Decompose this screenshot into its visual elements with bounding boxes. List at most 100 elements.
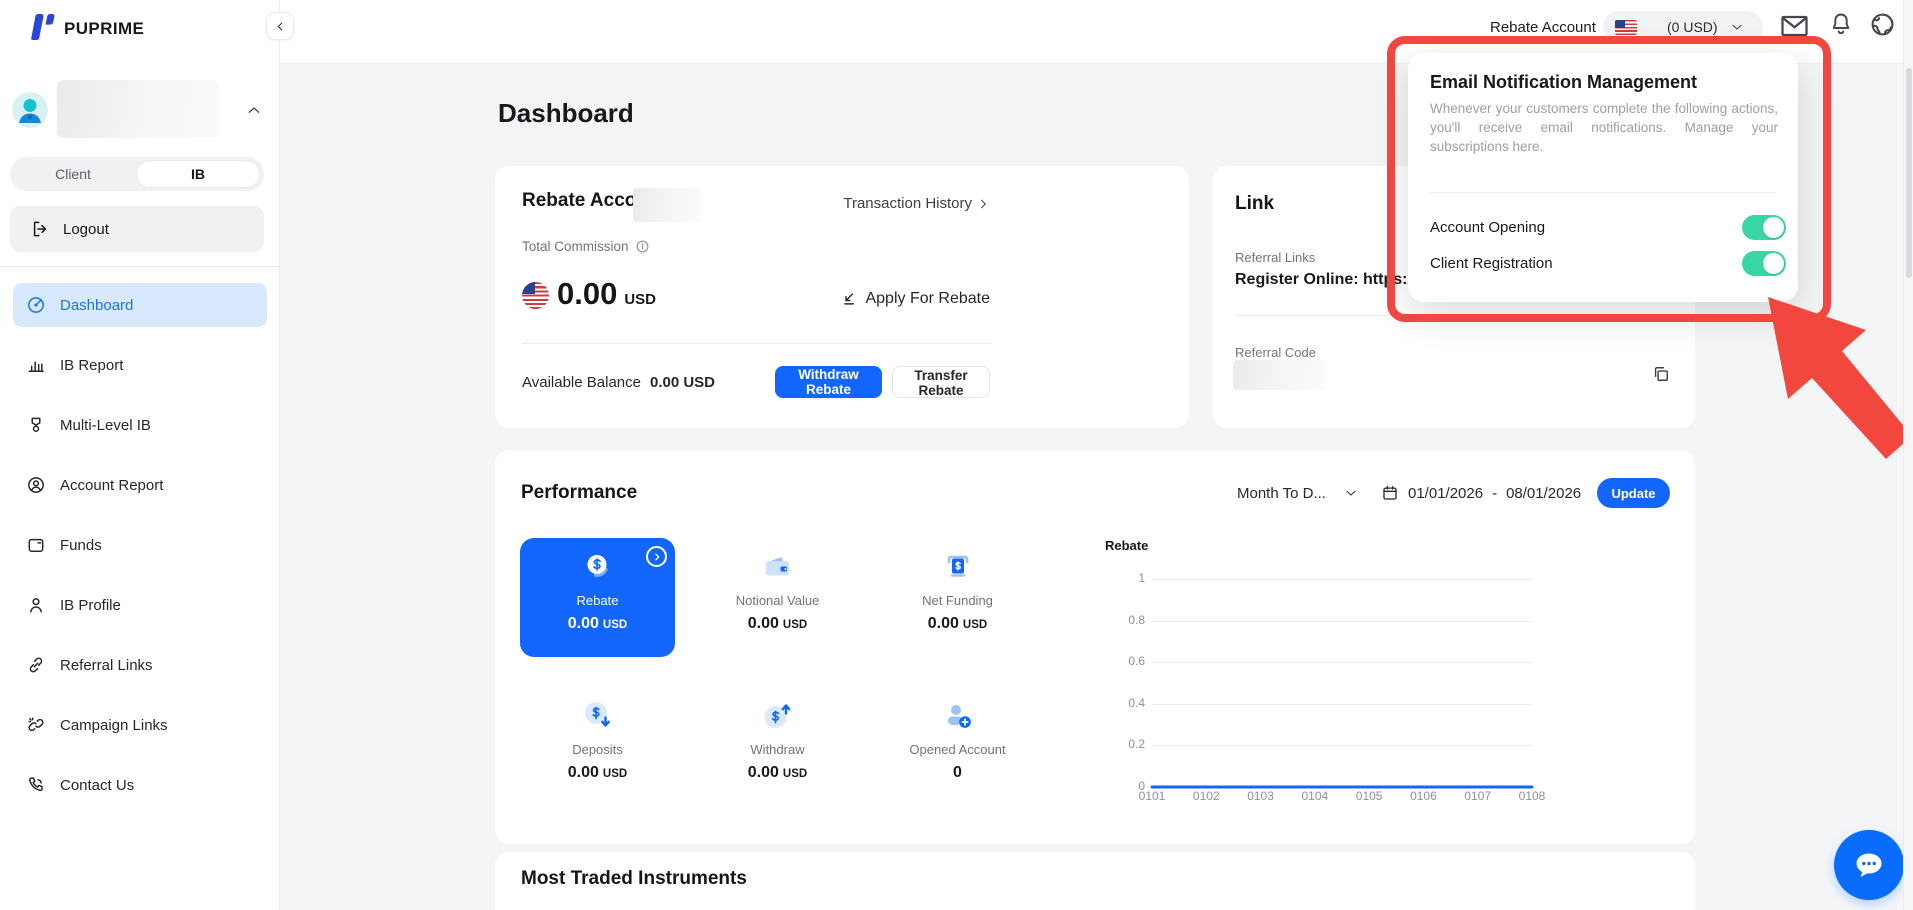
tile-value: 0.00USD — [928, 615, 987, 633]
sidebar-item-label: Funds — [60, 537, 102, 554]
user-add-icon — [941, 699, 975, 733]
role-option-ib[interactable]: IB — [136, 160, 260, 188]
sidebar-item-ib-report[interactable]: IB Report — [13, 343, 267, 387]
sidebar-item-account-report[interactable]: Account Report — [13, 463, 267, 507]
chevron-left-icon — [274, 20, 287, 33]
medal-icon — [26, 415, 46, 435]
calendar-icon — [1381, 484, 1399, 502]
tile-label: Rebate — [577, 593, 619, 608]
account-selector[interactable]: (0 USD) — [1603, 11, 1763, 43]
withdraw-rebate-button[interactable]: Withdraw Rebate — [775, 366, 882, 398]
date-range-dropdown[interactable]: Month To D... — [1237, 478, 1358, 508]
account-balance: (0 USD) — [1667, 19, 1718, 35]
client-registration-toggle[interactable] — [1742, 251, 1786, 276]
app-root: Dashboard Rebate Account Transaction His… — [0, 0, 1913, 910]
link-icon — [26, 655, 46, 675]
sidebar-item-dashboard[interactable]: Dashboard — [13, 283, 267, 327]
referral-links-label: Referral Links — [1235, 250, 1315, 265]
sidebar-item-label: Dashboard — [60, 297, 133, 314]
sidebar-item-contact-us[interactable]: Contact Us — [13, 763, 267, 807]
info-icon[interactable] — [635, 239, 650, 254]
sidebar-item-label: Account Report — [60, 477, 163, 494]
apply-rebate-label: Apply For Rebate — [865, 290, 990, 308]
performance-tiles: Rebate0.00USDNotional Value0.00USDNet Fu… — [520, 538, 1035, 806]
popup-divider — [1430, 192, 1776, 193]
sidebar-item-label: IB Report — [60, 357, 123, 374]
rebate-account-label: Rebate Account — [1490, 19, 1596, 36]
page-title: Dashboard — [498, 98, 634, 129]
commission-currency: USD — [624, 291, 656, 308]
available-balance-value: 0.00 USD — [650, 374, 715, 391]
perf-tile-withdraw[interactable]: Withdraw0.00USD — [700, 687, 855, 806]
date-from: 01/01/2026 — [1408, 485, 1483, 502]
redacted-account-number — [633, 188, 701, 222]
account-opening-row: Account Opening — [1430, 214, 1786, 240]
perf-tile-rebate[interactable]: Rebate0.00USD — [520, 538, 675, 657]
scrollbar[interactable] — [1903, 0, 1913, 910]
sidebar-item-ib-profile[interactable]: IB Profile — [13, 583, 267, 627]
performance-title: Performance — [521, 482, 637, 504]
transaction-history-link[interactable]: Transaction History — [843, 195, 990, 212]
sidebar-item-label: Contact Us — [60, 777, 134, 794]
sidebar-collapse-button[interactable] — [266, 12, 294, 40]
logout-label: Logout — [63, 221, 109, 238]
sidebar-item-funds[interactable]: Funds — [13, 523, 267, 567]
popup-title: Email Notification Management — [1430, 72, 1697, 93]
scrollbar-thumb[interactable] — [1906, 68, 1912, 278]
puprime-logo-icon — [28, 12, 55, 45]
perf-tile-deposits[interactable]: Deposits 0.00USD — [520, 687, 675, 806]
sidebar-item-multi-level-ib[interactable]: Multi-Level IB — [13, 403, 267, 447]
tile-label: Net Funding — [922, 593, 993, 608]
rebate-account-card: Rebate Account Transaction History Total… — [495, 166, 1189, 428]
available-balance-label: Available Balance — [522, 374, 641, 391]
dollar-up-icon — [761, 699, 795, 733]
date-range-picker[interactable]: 01/01/2026 - 08/01/2026 — [1381, 478, 1581, 508]
tile-label: Deposits — [572, 742, 623, 757]
avatar[interactable] — [12, 92, 48, 128]
live-chat-button[interactable] — [1834, 830, 1904, 900]
tile-value: 0.00USD — [568, 764, 627, 782]
perf-tile-net-funding[interactable]: Net Funding 0.00USD — [880, 538, 1035, 657]
role-option-client[interactable]: Client — [10, 157, 136, 191]
card-divider — [522, 343, 992, 344]
tile-value: 0 — [953, 764, 962, 782]
update-button[interactable]: Update — [1597, 478, 1670, 508]
account-opening-label: Account Opening — [1430, 219, 1545, 236]
tile-label: Notional Value — [736, 593, 820, 608]
transaction-history-label: Transaction History — [843, 195, 972, 212]
transfer-rebate-button[interactable]: Transfer Rebate — [892, 366, 990, 398]
sidebar-item-label: Referral Links — [60, 657, 153, 674]
sidebar-nav: Dashboard IB Report Multi-Level IB Account … — [13, 283, 267, 823]
account-opening-toggle[interactable] — [1742, 215, 1786, 240]
client-registration-label: Client Registration — [1430, 255, 1553, 272]
chevron-up-icon[interactable] — [246, 102, 262, 118]
date-separator: - — [1492, 485, 1497, 502]
bar-chart-icon — [26, 355, 46, 375]
brand-name: PUPRIME — [64, 19, 144, 39]
chat-icon — [1849, 845, 1889, 885]
apply-for-rebate-link[interactable]: Apply For Rebate — [840, 290, 990, 308]
bell-icon[interactable] — [1829, 11, 1853, 38]
sidebar-item-referral-links[interactable]: Referral Links — [13, 643, 267, 687]
email-notification-popup: Email Notification Management Whenever y… — [1408, 53, 1798, 302]
total-commission-amount: 0.00 USD — [557, 276, 656, 312]
redacted-referral-code — [1233, 360, 1325, 390]
apply-rebate-icon — [840, 290, 858, 308]
logout-button[interactable]: Logout — [10, 206, 264, 252]
chevron-right-circle-icon[interactable] — [646, 546, 667, 567]
copy-icon[interactable] — [1651, 364, 1671, 384]
brand-logo[interactable]: PUPRIME — [28, 12, 144, 45]
sidebar-divider — [0, 266, 280, 267]
logout-icon — [30, 219, 50, 239]
mail-icon[interactable] — [1780, 14, 1809, 38]
dollar-down-icon — [581, 699, 615, 733]
perf-tile-notional-value[interactable]: Notional Value0.00USD — [700, 538, 855, 657]
performance-card: Performance Month To D... 01/01/2026 - 0… — [495, 450, 1695, 844]
wallet-card-icon — [761, 550, 795, 584]
sidebar-item-campaign-links[interactable]: Campaign Links — [13, 703, 267, 747]
perf-tile-opened-account[interactable]: Opened Account0 — [880, 687, 1035, 806]
globe-icon[interactable] — [1869, 11, 1896, 38]
campaign-link-icon — [26, 715, 46, 735]
usd-flag-icon — [522, 282, 549, 309]
sidebar-item-label: IB Profile — [60, 597, 121, 614]
